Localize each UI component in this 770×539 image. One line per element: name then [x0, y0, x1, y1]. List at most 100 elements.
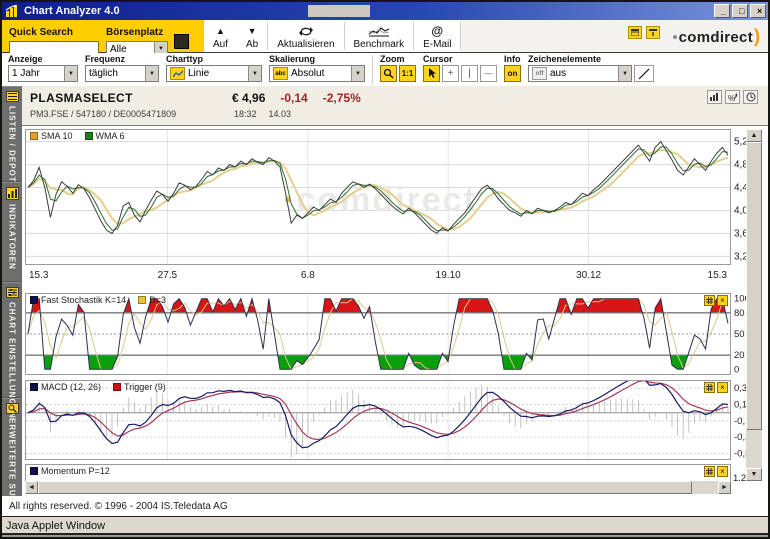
zeichenelemente-select[interactable]: off aus ▼: [528, 65, 632, 82]
close-button[interactable]: ×: [750, 4, 766, 18]
stochastic-d-swatch: [138, 296, 146, 304]
anzeige-label: Anzeige: [8, 54, 78, 64]
main-price-chart[interactable]: SMA 10 WMA 6 5,24,84,44,03,63,2·comdirec…: [25, 129, 746, 281]
svg-text:-0,3: -0,3: [734, 432, 746, 443]
svg-text:50: 50: [734, 329, 745, 340]
benchmark-button[interactable]: Benchmark: [345, 20, 414, 52]
email-button[interactable]: @ E-Mail: [414, 20, 460, 52]
momentum-panel[interactable]: Momentum P=12 × 1,28: [25, 464, 746, 481]
horizontal-scrollbar[interactable]: ◄ ►: [25, 481, 731, 494]
scroll-up-icon[interactable]: ▲: [746, 129, 762, 142]
panel-settings-icon[interactable]: [704, 295, 715, 306]
cursor-arrow-button[interactable]: [423, 65, 440, 82]
indicator-chart-icon: [6, 187, 19, 200]
stock-name: PLASMASELECT: [30, 91, 133, 105]
chevron-down-icon[interactable]: ▼: [351, 66, 364, 81]
charttyp-label: Charttyp: [166, 54, 262, 64]
boersenplatz-label: Börsenplatz: [106, 27, 163, 38]
svg-text:4,4: 4,4: [734, 183, 746, 194]
title-bar[interactable]: Chart Analyzer 4.0 _ □ ×: [2, 2, 768, 20]
chevron-down-icon[interactable]: ▼: [145, 66, 158, 81]
titlebar-field: [308, 5, 370, 17]
minimize-button[interactable]: _: [714, 4, 730, 18]
chevron-down-icon[interactable]: ▼: [64, 66, 77, 81]
panel-settings-icon[interactable]: [704, 466, 715, 477]
stochastic-panel[interactable]: Fast Stochastik K=14 D=3 × 1008050200: [25, 293, 746, 375]
down-triangle-icon: ▼: [248, 24, 257, 38]
crosshair-cursor-button[interactable]: +: [442, 65, 459, 82]
sidebar-tab-erweiterte-suche[interactable]: ERWEITERTE SUCHE: [2, 398, 22, 494]
svg-text:4,0: 4,0: [734, 206, 746, 217]
zoom-label: Zoom: [380, 54, 416, 64]
frequenz-select[interactable]: täglich▼: [85, 65, 159, 82]
svg-text:%: %: [728, 94, 735, 102]
horizontal-scrollbar-thumb[interactable]: [38, 481, 692, 494]
momentum-tick-label: 1,28: [733, 473, 746, 481]
vertical-scrollbar[interactable]: ▲ ▼: [746, 129, 762, 481]
draw-line-button[interactable]: [634, 65, 654, 82]
search-icon: [6, 403, 19, 414]
scroll-left-icon[interactable]: ◄: [25, 481, 38, 494]
zoom-reset-button[interactable]: 1:1: [399, 65, 416, 82]
vertical-line-cursor-button[interactable]: |: [461, 65, 478, 82]
svg-text:15.3: 15.3: [708, 270, 728, 281]
left-sidebar: LISTEN / DEPOT INDIKATOREN CHART EINSTEL…: [2, 86, 22, 496]
panel-settings-icon[interactable]: [704, 382, 715, 393]
frequenz-label: Frequenz: [85, 54, 159, 64]
clock-icon[interactable]: [743, 90, 758, 104]
chevron-down-icon[interactable]: ▼: [618, 66, 631, 81]
bar-chart-icon[interactable]: [707, 90, 722, 104]
macd-panel[interactable]: MACD (12, 26) Trigger (9) × 0,30,1-0,1-0…: [25, 380, 746, 460]
anzeige-select[interactable]: 1 Jahr▼: [8, 65, 78, 82]
scroll-right-icon[interactable]: ►: [718, 481, 731, 494]
scroll-down-icon[interactable]: ▼: [746, 468, 762, 481]
window-bottom-edge: [2, 535, 768, 537]
panel-close-icon[interactable]: ×: [717, 382, 728, 393]
main-toolbar: Quick Search Börsenplatz Alle ▼ ▲ Auf: [2, 20, 768, 53]
chart-area: SMA 10 WMA 6 5,24,84,44,03,63,2·comdirec…: [22, 126, 768, 496]
svg-text:6.8: 6.8: [301, 270, 315, 281]
chart-window-icon[interactable]: [628, 26, 642, 39]
java-applet-status-bar: Java Applet Window: [2, 516, 768, 535]
panel-close-icon[interactable]: ×: [717, 295, 728, 306]
macd-swatch: [30, 383, 38, 391]
main-chart-legend: SMA 10 WMA 6: [30, 131, 125, 141]
zeichenelemente-label: Zeichenelemente: [528, 54, 654, 64]
panel-close-icon[interactable]: ×: [717, 466, 728, 477]
diagonal-line-icon: [638, 68, 650, 80]
search-zone: Quick Search Börsenplatz Alle ▼: [2, 20, 204, 52]
line-chart-icon: [170, 67, 185, 80]
svg-text:3,6: 3,6: [734, 228, 746, 239]
maximize-button[interactable]: □: [732, 4, 748, 18]
percent-compare-icon[interactable]: %: [725, 90, 740, 104]
wma-legend-swatch: [85, 132, 93, 140]
svg-text:0: 0: [734, 364, 739, 375]
info-window-icon[interactable]: [646, 26, 660, 39]
info-toggle-button[interactable]: on: [504, 65, 521, 82]
logo-zone: comdirect ): [461, 20, 768, 52]
vertical-scrollbar-thumb[interactable]: [746, 142, 762, 430]
momentum-legend: Momentum P=12: [30, 466, 110, 476]
svg-text:0,3: 0,3: [734, 383, 746, 394]
charttyp-select[interactable]: Linie▼: [166, 65, 262, 82]
sidebar-tab-indikatoren[interactable]: INDIKATOREN: [2, 182, 22, 282]
svg-text:19.10: 19.10: [436, 270, 461, 281]
svg-text:3,2: 3,2: [734, 251, 746, 262]
at-sign-icon: @: [431, 24, 443, 38]
copyright-text: All rights reserved. © 1996 - 2004 IS.Te…: [2, 496, 768, 516]
list-icon: [6, 91, 19, 102]
auf-button[interactable]: ▲ Auf: [204, 20, 237, 52]
stock-date: 14.03: [269, 109, 292, 119]
expand-search-button[interactable]: [174, 34, 189, 49]
sidebar-tab-listen-depot[interactable]: LISTEN / DEPOT: [2, 86, 22, 182]
svg-text:100: 100: [734, 294, 746, 305]
aktualisieren-button[interactable]: Aktualisieren: [268, 20, 343, 52]
settings-toolbar: Anzeige 1 Jahr▼ Frequenz täglich▼ Chartt…: [2, 53, 768, 87]
ab-button[interactable]: ▼ Ab: [237, 20, 267, 52]
sidebar-tab-chart-einstellungen[interactable]: CHART EINSTELLUNGEN: [2, 282, 22, 398]
chevron-down-icon[interactable]: ▼: [248, 66, 261, 81]
skalierung-select[interactable]: abc Absolut▼: [269, 65, 365, 82]
svg-text:4,8: 4,8: [734, 160, 746, 171]
zoom-button[interactable]: [380, 65, 397, 82]
horizontal-line-cursor-button[interactable]: —: [480, 65, 497, 82]
